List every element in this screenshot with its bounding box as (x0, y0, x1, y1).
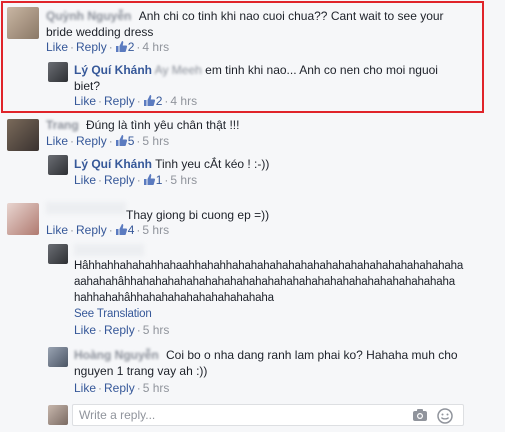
like-count[interactable]: 2 (115, 40, 134, 56)
timestamp[interactable]: 5 hrs (143, 323, 170, 337)
reply-link[interactable]: Reply (104, 323, 135, 337)
reply-link[interactable]: Reply (76, 134, 107, 148)
comment-actions: Like · Reply · 2 · 4 hrs (46, 40, 170, 56)
reply-body: Lý Quí Khánh Ay Meeh em tinh khi nao... … (74, 62, 474, 94)
avatar[interactable] (48, 62, 68, 82)
redacted-author (74, 244, 144, 256)
like-link[interactable]: Like (46, 40, 68, 54)
reply-text-continued: aahahahâhhahahahahahahahahahahahahahahah… (74, 276, 455, 288)
reply-actions: Like · Reply · 2 · 4 hrs (74, 94, 198, 110)
like-count[interactable]: 2 (143, 94, 162, 110)
tagged-user[interactable]: Ay Meeh (155, 63, 202, 77)
avatar[interactable] (48, 155, 68, 175)
thumbs-up-icon (143, 173, 156, 189)
thumbs-up-icon (115, 134, 128, 150)
reply-input[interactable]: Write a reply... (72, 404, 464, 426)
reply-text-continued: nguyen 1 trang vay ah :)) (74, 364, 208, 378)
thumbs-up-icon (115, 223, 128, 239)
reply-text: em tinh khi nao... Anh co nen cho moi ng… (205, 63, 438, 77)
reply-author[interactable]: Lý Quí Khánh (74, 157, 152, 171)
scrollbar[interactable] (499, 0, 505, 432)
reply-link[interactable]: Reply (104, 381, 135, 395)
timestamp[interactable]: 5 hrs (143, 381, 170, 395)
avatar[interactable] (7, 119, 39, 151)
reply-author[interactable]: Hoàng Nguyễn (74, 348, 159, 362)
reply-text: Hâhhahhahahahhahaahhahahhahahahahahahaha… (74, 260, 464, 272)
reply-text-continued: biet? (74, 79, 101, 93)
timestamp[interactable]: 5 hrs (142, 134, 169, 148)
comment-text: Thay giong bi cuong ep =)) (126, 208, 270, 222)
reply-link[interactable]: Reply (104, 173, 135, 187)
comment-body: Thay giong bi cuong ep =)) (126, 207, 456, 223)
reply-author[interactable]: Lý Quí Khánh (74, 63, 152, 77)
camera-icon[interactable] (412, 408, 428, 425)
comment-body: Trang Đúng là tình yêu chân thật !!! (46, 117, 476, 133)
reply-link[interactable]: Reply (76, 223, 107, 237)
redacted-author (46, 202, 126, 214)
comment-author[interactable]: Trang (46, 118, 79, 132)
comment-body: Quỳnh Nguyễn Anh chi co tinh khi nao cuo… (46, 8, 476, 40)
like-link[interactable]: Like (46, 223, 68, 237)
like-count[interactable]: 5 (115, 134, 134, 150)
like-count[interactable]: 1 (143, 173, 162, 189)
avatar[interactable] (7, 7, 39, 39)
reply-text: Coi bo o nha dang ranh lam phai ko? Haha… (166, 348, 458, 362)
timestamp[interactable]: 5 hrs (170, 173, 197, 187)
timestamp[interactable]: 4 hrs (170, 94, 197, 108)
see-translation-link[interactable]: See Translation (74, 308, 152, 320)
reply-link[interactable]: Reply (76, 40, 107, 54)
reply-text: Tinh yeu cẮt kéo ! :-)) (155, 157, 270, 171)
comment-actions: Like · Reply · 4 · 5 hrs (46, 223, 170, 239)
emoji-icon[interactable] (437, 408, 453, 427)
reply-link[interactable]: Reply (104, 94, 135, 108)
reply-actions: Like · Reply · 5 hrs (74, 323, 170, 337)
reply-body: Hoàng Nguyễn Coi bo o nha dang ranh lam … (74, 347, 474, 379)
reply-actions: Like · Reply · 1 · 5 hrs (74, 173, 198, 189)
like-link[interactable]: Like (74, 173, 96, 187)
thumbs-up-icon (143, 94, 156, 110)
comment-author[interactable]: Quỳnh Nguyễn (46, 9, 131, 23)
reply-actions: Like · Reply · 5 hrs (74, 381, 170, 395)
avatar[interactable] (48, 244, 68, 264)
reply-text-continued: hahhahahâhhahahahahahahahahahaha (74, 292, 274, 304)
like-link[interactable]: Like (74, 381, 96, 395)
like-link[interactable]: Like (74, 94, 96, 108)
avatar[interactable] (7, 203, 39, 235)
avatar (48, 405, 68, 425)
comment-text-continued: bride wedding dress (46, 25, 154, 39)
comment-actions: Like · Reply · 5 · 5 hrs (46, 134, 170, 150)
reply-input-placeholder: Write a reply... (79, 408, 156, 422)
like-link[interactable]: Like (46, 134, 68, 148)
like-count[interactable]: 4 (115, 223, 134, 239)
timestamp[interactable]: 4 hrs (142, 40, 169, 54)
thumbs-up-icon (115, 40, 128, 56)
timestamp[interactable]: 5 hrs (142, 223, 169, 237)
comment-text: Đúng là tình yêu chân thật !!! (86, 118, 240, 132)
reply-body: Lý Quí Khánh Tinh yeu cẮt kéo ! :-)) (74, 156, 474, 172)
like-link[interactable]: Like (74, 323, 96, 337)
avatar[interactable] (48, 347, 68, 367)
reply-body: Hâhhahhahahahhahaahhahahhahahahahahahaha… (74, 258, 494, 322)
comment-text: Anh chi co tinh khi nao cuoi chua?? Cant… (138, 9, 444, 23)
